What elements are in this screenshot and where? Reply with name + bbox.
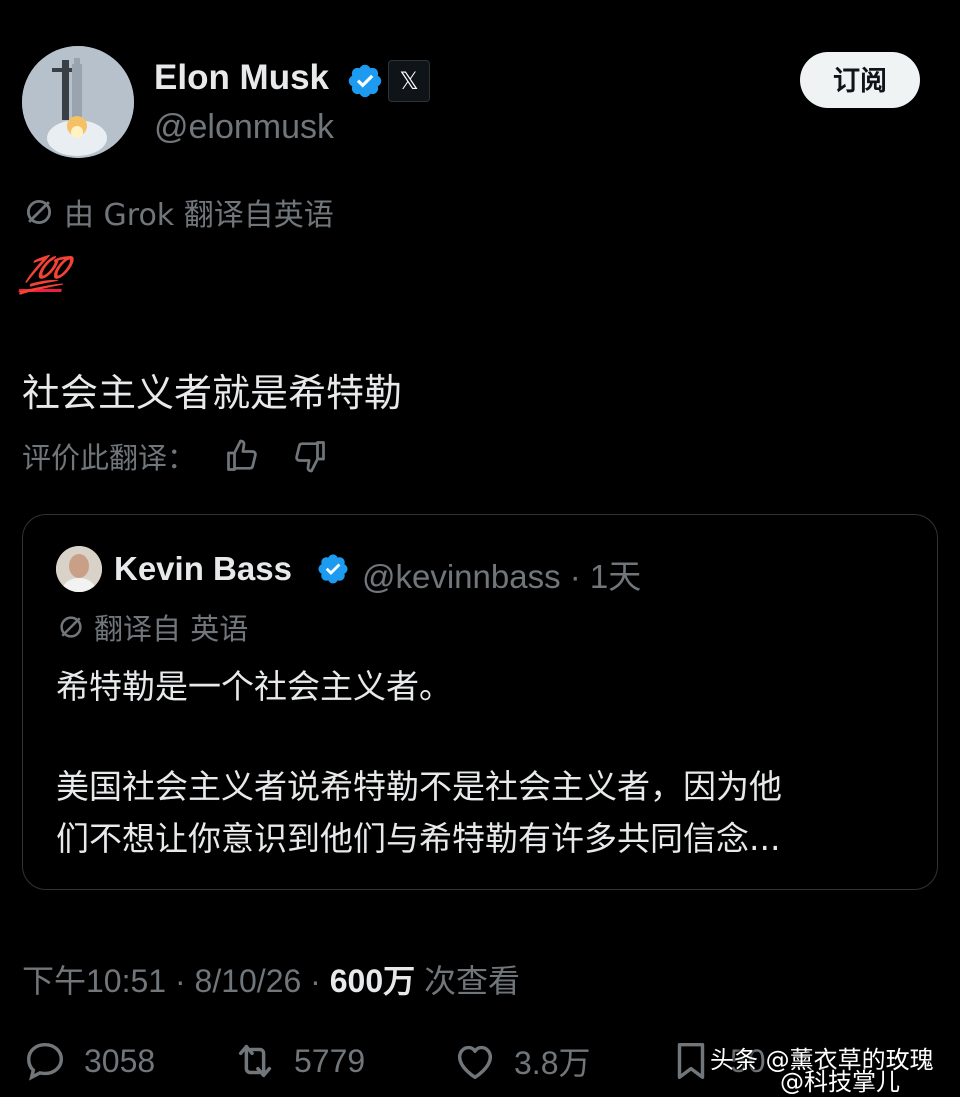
quoted-author-avatar[interactable] [56,546,102,592]
bookmark-icon [677,1042,705,1080]
portrait-image [56,546,102,592]
like-count: 3.8万 [514,1045,591,1081]
translate-icon [26,199,52,225]
quoted-translation-notice[interactable]: 翻译自 英语 [56,608,248,646]
views-label: 次查看 [415,963,521,999]
reply-count: 3058 [84,1042,156,1079]
verified-badge-icon [318,554,348,584]
translation-notice[interactable]: 由 Grok 翻译自英语 [22,192,334,233]
repost-button[interactable]: 5779 [232,1036,365,1086]
reply-icon [26,1042,64,1081]
rate-translation-label: 评价此翻译： [22,441,197,475]
quoted-translation-notice-text: 翻译自 英语 [94,612,249,646]
author-avatar[interactable] [22,46,134,158]
repost-count: 5779 [294,1042,366,1079]
quoted-text-line: 美国社会主义者说希特勒不是社会主义者，因为他 [56,767,782,806]
hundred-points-emoji: 💯 [17,255,70,296]
quoted-text-line: 们不想让你意识到他们与希特勒有许多共同信念... [56,819,781,858]
rate-translation-row: 评价此翻译： [22,434,332,478]
thumbs-down-button[interactable] [288,434,332,478]
rocket-launch-image [22,46,134,158]
quoted-handle-and-time: @kevinnbass · 1天 [362,558,642,595]
quoted-text-line: 希特勒是一个社会主义者。 [56,667,452,706]
reply-button[interactable]: 3058 [22,1036,155,1086]
translate-icon [60,616,82,638]
translation-notice-text: 由 Grok 翻译自英语 [64,198,334,233]
timestamp-time: 下午10:51 · 8/10/26 · [22,963,330,999]
heart-icon [457,1045,493,1080]
subscribe-button[interactable]: 订阅 [800,52,920,108]
thumbs-down-icon [295,441,325,473]
x-platform-badge-icon: 𝕏 [388,60,430,102]
quoted-author-name[interactable]: Kevin Bass [114,550,292,588]
verified-badge-icon [348,64,382,98]
post-text: 社会主义者就是希特勒 [22,371,403,415]
thumbs-up-icon [227,439,257,471]
post-timestamp: 下午10:51 · 8/10/26 · 600万 次查看 [22,956,520,1002]
like-button[interactable]: 3.8万 [452,1036,591,1086]
author-handle[interactable]: @elonmusk [154,108,334,147]
repost-icon [238,1044,272,1078]
views-count[interactable]: 600万 [330,963,415,999]
author-name[interactable]: Elon Musk [154,58,329,98]
thumbs-up-button[interactable] [220,434,264,478]
